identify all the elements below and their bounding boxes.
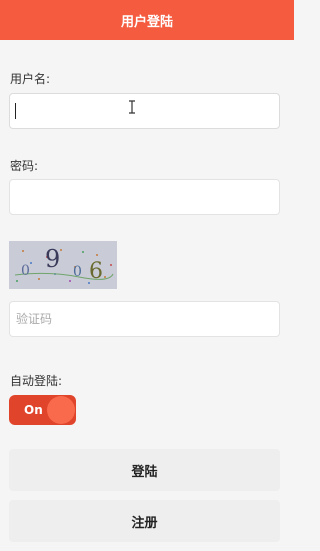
login-button[interactable]: 登陆 — [9, 449, 280, 491]
page-title: 用户登陆 — [120, 14, 173, 30]
username-label: 用户名: — [10, 72, 51, 86]
login-screen: 用户登陆 用户名: 密码: 0 9 0 6 自动登 — [0, 0, 294, 551]
toggle-state-label: On — [24, 403, 43, 417]
password-input[interactable] — [9, 179, 280, 215]
text-caret — [15, 103, 16, 119]
auto-login-label: 自动登陆: — [10, 374, 63, 388]
text-cursor-icon — [129, 100, 135, 114]
captcha-char-1: 0 — [21, 263, 30, 279]
toggle-knob — [47, 396, 75, 424]
auto-login-toggle[interactable]: On — [9, 395, 76, 425]
captcha-char-2: 9 — [45, 245, 60, 273]
password-label: 密码: — [10, 159, 39, 173]
captcha-input[interactable] — [9, 301, 280, 337]
captcha-char-4: 6 — [89, 259, 103, 284]
page-header: 用户登陆 — [0, 0, 294, 40]
captcha-image[interactable]: 0 9 0 6 — [9, 241, 117, 289]
register-button[interactable]: 注册 — [9, 500, 280, 542]
captcha-char-3: 0 — [73, 264, 82, 280]
username-input[interactable] — [9, 93, 280, 129]
